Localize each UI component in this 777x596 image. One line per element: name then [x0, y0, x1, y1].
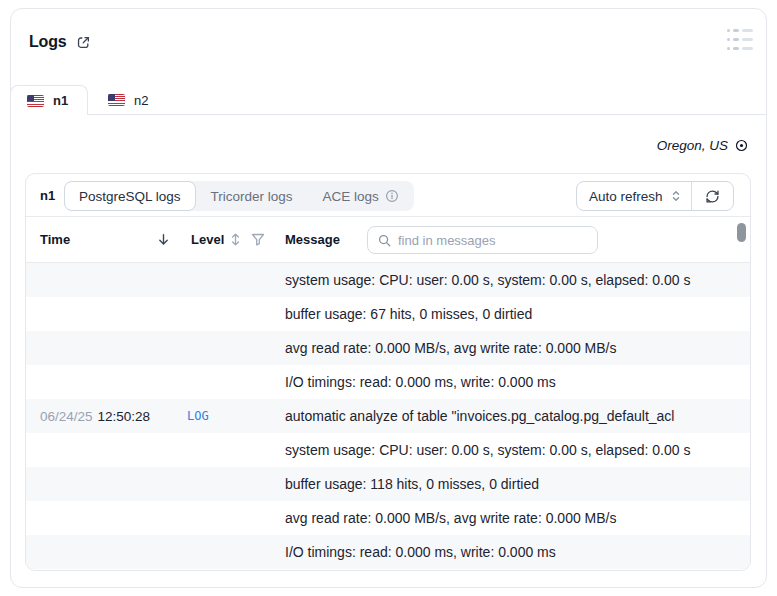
- scrollbar-thumb[interactable]: [737, 223, 746, 242]
- tab-n2-label: n2: [134, 93, 148, 108]
- tab-postgresql-logs[interactable]: PostgreSQL logs: [64, 181, 196, 211]
- auto-refresh-select[interactable]: Auto refresh: [577, 182, 692, 210]
- filter-icon[interactable]: [251, 217, 265, 262]
- log-message: system usage: CPU: user: 0.00 s, system:…: [285, 263, 690, 297]
- log-time: [40, 501, 45, 535]
- log-message: avg read rate: 0.000 MB/s, avg write rat…: [285, 331, 617, 365]
- sort-both-icon[interactable]: [230, 217, 241, 262]
- log-message: buffer usage: 118 hits, 0 misses, 0 dirt…: [285, 467, 539, 501]
- table-header: Time Level Message: [26, 217, 750, 263]
- column-level[interactable]: Level: [191, 217, 224, 262]
- log-time: [40, 467, 45, 501]
- refresh-icon: [705, 189, 720, 204]
- log-row[interactable]: buffer usage: 67 hits, 0 misses, 0 dirti…: [26, 297, 750, 331]
- log-row[interactable]: system usage: CPU: user: 0.00 s, system:…: [26, 433, 750, 467]
- info-icon: [385, 189, 399, 203]
- instance-label: n1: [40, 174, 55, 217]
- log-level: LOG: [187, 399, 209, 433]
- widget-list-icon[interactable]: [727, 27, 753, 51]
- column-message: Message: [285, 217, 340, 262]
- region-indicator: Oregon, US: [657, 138, 749, 153]
- logs-widget: Logs n1 n2 Oregon, US: [0, 0, 777, 596]
- log-time: [40, 535, 45, 569]
- log-row[interactable]: system usage: CPU: user: 0.00 s, system:…: [26, 263, 750, 297]
- log-time: [40, 365, 45, 399]
- log-row[interactable]: avg read rate: 0.000 MB/s, avg write rat…: [26, 501, 750, 535]
- refresh-button[interactable]: [692, 182, 733, 210]
- log-row[interactable]: I/O timings: read: 0.000 ms, write: 0.00…: [26, 365, 750, 399]
- logs-panel: n1 PostgreSQL logs Tricorder logs ACE lo…: [25, 173, 751, 571]
- search-icon: [378, 234, 391, 247]
- log-message: I/O timings: read: 0.000 ms, write: 0.00…: [285, 535, 556, 569]
- log-time: [40, 263, 45, 297]
- log-time: [40, 331, 45, 365]
- open-external-icon[interactable]: [76, 35, 91, 50]
- log-row[interactable]: avg read rate: 0.000 MB/s, avg write rat…: [26, 331, 750, 365]
- us-flag-icon: [27, 95, 44, 107]
- log-message: I/O timings: read: 0.000 ms, write: 0.00…: [285, 365, 556, 399]
- tab-n1-label: n1: [53, 93, 68, 108]
- column-time[interactable]: Time: [40, 217, 70, 262]
- search-input[interactable]: [398, 233, 587, 248]
- location-icon: [734, 138, 749, 153]
- log-message: system usage: CPU: user: 0.00 s, system:…: [285, 433, 690, 467]
- tab-n1[interactable]: n1: [10, 85, 88, 115]
- log-message: buffer usage: 67 hits, 0 misses, 0 dirti…: [285, 297, 532, 331]
- auto-refresh-label: Auto refresh: [589, 189, 663, 204]
- message-search[interactable]: [367, 226, 598, 254]
- refresh-controls: Auto refresh: [576, 181, 734, 211]
- log-message: automatic analyze of table "invoices.pg_…: [285, 399, 674, 433]
- tab-ace-logs[interactable]: ACE logs: [308, 181, 414, 211]
- log-message: avg read rate: 0.000 MB/s, avg write rat…: [285, 501, 617, 535]
- tab-tricorder-logs[interactable]: Tricorder logs: [196, 181, 308, 211]
- log-row[interactable]: buffer usage: 118 hits, 0 misses, 0 dirt…: [26, 467, 750, 501]
- chevron-updown-icon: [670, 189, 682, 203]
- us-flag-icon: [108, 94, 125, 106]
- tab-n2[interactable]: n2: [88, 85, 168, 115]
- log-row[interactable]: I/O timings: read: 0.000 ms, write: 0.00…: [26, 535, 750, 569]
- log-source-tabs: PostgreSQL logs Tricorder logs ACE logs: [64, 181, 414, 211]
- log-rows: system usage: CPU: user: 0.00 s, system:…: [26, 263, 750, 569]
- log-time: 06/24/2512:50:28: [40, 399, 150, 433]
- log-time: [40, 297, 45, 331]
- page-title: Logs: [29, 33, 66, 51]
- logs-card: Logs n1 n2 Oregon, US: [10, 8, 767, 588]
- log-time: [40, 433, 45, 467]
- log-row[interactable]: 06/24/2512:50:28 LOG automatic analyze o…: [26, 399, 750, 433]
- region-label: Oregon, US: [657, 138, 728, 153]
- sort-desc-icon[interactable]: [157, 217, 170, 262]
